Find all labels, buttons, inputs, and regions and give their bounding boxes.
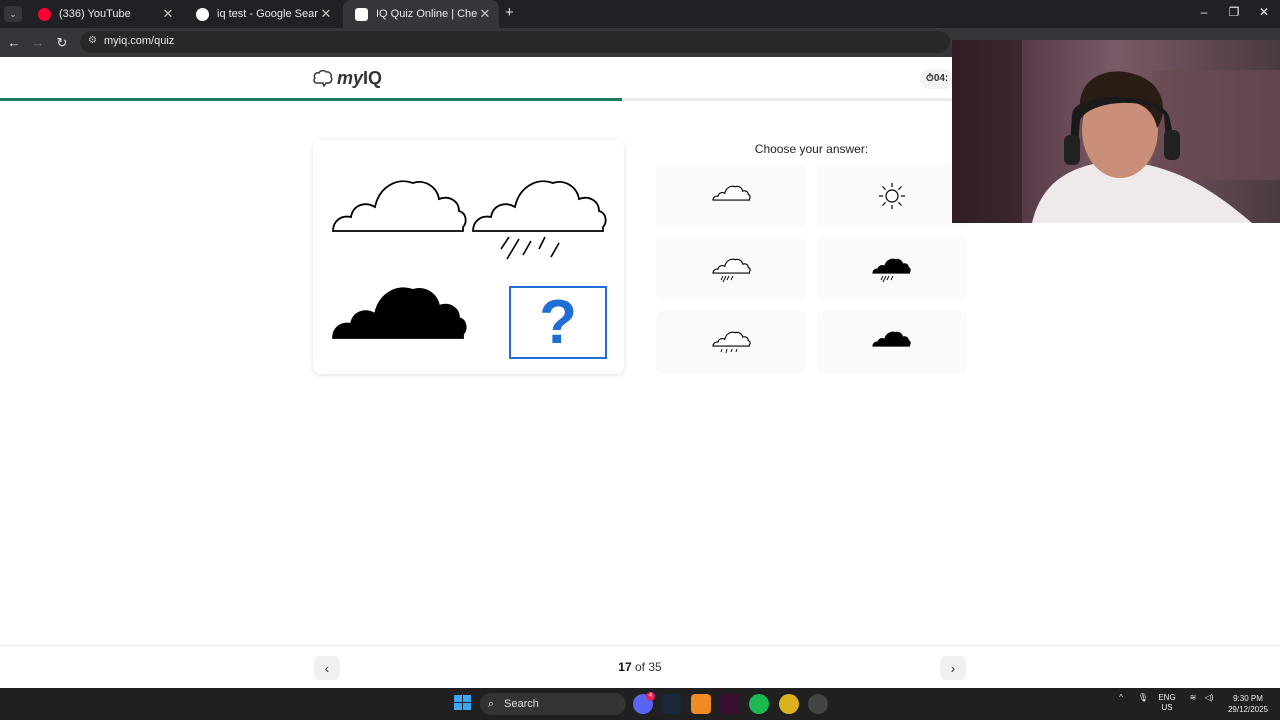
new-tab-button[interactable]: + [505, 4, 514, 21]
discord-badge: 4 [646, 692, 655, 701]
tab-title: IQ Quiz Online | Check Your IQ [376, 8, 477, 20]
prev-question-button[interactable]: ‹ [314, 656, 340, 680]
forward-icon[interactable]: → [29, 34, 47, 52]
region-text: US [1161, 703, 1173, 712]
brain-icon [313, 69, 333, 88]
black-cloud-icon [332, 287, 467, 339]
stopwatch-icon: ⏱ [926, 73, 934, 84]
wifi-icon[interactable]: ≋ [1186, 693, 1200, 703]
tab-youtube[interactable]: (336) YouTube ✕ [26, 0, 182, 28]
option-black-cloud[interactable] [817, 311, 967, 373]
tab-search-button[interactable]: ⌄ [4, 6, 22, 22]
steam-icon[interactable] [661, 694, 681, 714]
black-cloud-icon [872, 331, 911, 347]
url-text: myiq.com/quiz [104, 35, 175, 47]
logo-iq: IQ [363, 68, 383, 88]
myiq-logo[interactable]: my IQ [313, 68, 382, 89]
quiz-footer: ‹ 17 of 35 › [0, 645, 1280, 688]
close-icon[interactable]: ✕ [477, 6, 493, 22]
windows-start-icon[interactable] [453, 694, 473, 712]
clock-date: 29/12/2025 [1227, 705, 1269, 714]
youtube-icon [38, 7, 51, 21]
progress-fill [0, 98, 622, 101]
taskbar-search[interactable]: ⌕ Search [480, 693, 626, 715]
webcam-feed-image [952, 40, 1280, 223]
chevron-up-icon[interactable]: ^ [1114, 693, 1128, 703]
search-icon: ⌕ [488, 698, 495, 710]
reload-icon[interactable]: ↻ [53, 34, 71, 52]
app-icon[interactable] [691, 694, 711, 714]
back-icon[interactable]: ← [5, 34, 23, 52]
myiq-favicon-icon [355, 7, 368, 21]
black-rain-cloud-icon [872, 258, 911, 283]
question-counter: 17 of 35 [560, 660, 720, 674]
sun-icon [879, 183, 905, 209]
tab-google-search[interactable]: iq test - Google Search ✕ [184, 0, 340, 28]
volume-icon[interactable]: ◁) [1202, 693, 1216, 703]
close-window-icon[interactable]: ✕ [1254, 5, 1274, 19]
current-question: 17 [618, 660, 632, 674]
question-mark: ? [539, 287, 577, 357]
logo-my: my [337, 68, 364, 88]
lang-text: ENG [1158, 693, 1176, 702]
windows-taskbar: ⌕ Search 4 ^ 🎙 ENG US ≋ ◁) 9:30 PM 29/12… [0, 688, 1280, 720]
option-sun[interactable] [817, 165, 967, 227]
chrome-icon[interactable] [779, 694, 799, 714]
language-indicator[interactable]: ENG US [1154, 693, 1180, 713]
outline-drizzle-cloud-icon [712, 331, 751, 354]
question-box: ? [509, 286, 607, 359]
address-bar[interactable]: ⚙ myiq.com/quiz [80, 31, 950, 53]
editor-icon[interactable] [720, 694, 740, 714]
taskbar-search-label: Search [504, 698, 539, 710]
next-question-button[interactable]: › [940, 656, 966, 680]
browser-window: ⌄ (336) YouTube ✕ iq test - Google Searc… [0, 0, 1280, 720]
site-info-icon[interactable]: ⚙ [88, 35, 97, 46]
clock-time: 9:30 PM [1233, 694, 1263, 703]
puzzle-card: ? [313, 140, 624, 374]
spotify-icon[interactable] [749, 694, 769, 714]
outline-cloud-icon [332, 180, 467, 232]
option-outline-cloud[interactable] [656, 165, 806, 227]
tab-title: iq test - Google Search [217, 8, 318, 20]
google-icon [196, 7, 209, 21]
timer-badge: ⏱04: [920, 69, 955, 89]
option-outline-cloud-rain[interactable] [656, 238, 806, 300]
option-black-cloud-rain[interactable] [817, 238, 967, 300]
outline-rain-cloud-icon [712, 258, 751, 283]
minimize-icon[interactable]: – [1194, 5, 1214, 19]
outline-cloud-icon [712, 185, 751, 201]
system-clock[interactable]: 9:30 PM 29/12/2025 [1222, 693, 1274, 715]
tab-title: (336) YouTube [59, 8, 131, 20]
restore-icon[interactable]: ❐ [1224, 5, 1244, 19]
tab-iq-quiz[interactable]: IQ Quiz Online | Check Your IQ ✕ [343, 0, 499, 28]
tab-strip: ⌄ (336) YouTube ✕ iq test - Google Searc… [0, 0, 1280, 28]
option-outline-cloud-drizzle[interactable] [656, 311, 806, 373]
outline-rain-cloud-icon [472, 180, 607, 260]
answer-prompt: Choose your answer: [754, 142, 869, 156]
timer-text: 04: [933, 73, 949, 84]
total-questions: of 35 [631, 660, 662, 674]
microphone-icon[interactable]: 🎙 [1136, 693, 1150, 703]
app-icon-2[interactable] [808, 694, 828, 714]
close-icon[interactable]: ✕ [160, 6, 176, 22]
webcam-overlay [952, 40, 1280, 223]
close-icon[interactable]: ✕ [318, 6, 334, 22]
